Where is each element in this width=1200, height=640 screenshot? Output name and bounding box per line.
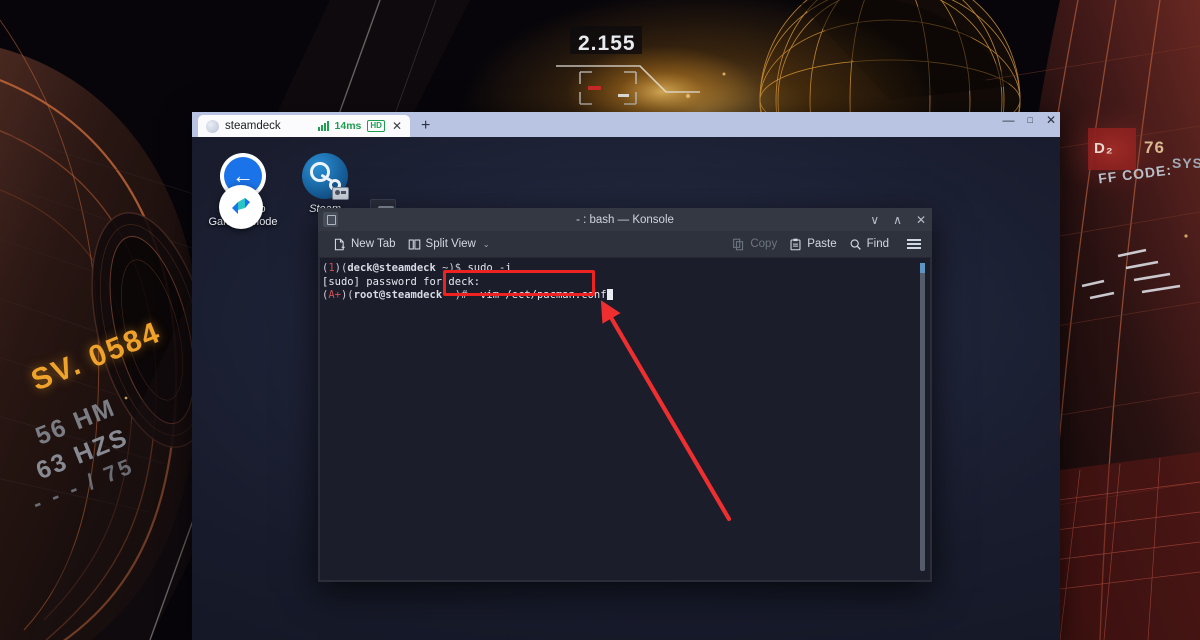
minimize-icon[interactable]: — xyxy=(1003,114,1015,126)
terminal-text: )( xyxy=(340,289,354,301)
maximize-icon[interactable]: □ xyxy=(1028,114,1033,126)
close-icon[interactable]: ✕ xyxy=(391,120,403,132)
terminal-text: ~)# xyxy=(442,289,474,301)
cursor-pointer-badge-icon xyxy=(219,185,263,229)
konsole-terminal-body[interactable]: (1)(deck@steamdeck ~)$ sudo -i [sudo] pas… xyxy=(318,258,932,582)
konsole-titlebar[interactable]: - : bash — Konsole ∨ ∧ ✕ xyxy=(318,208,932,231)
client-tabstrip: steamdeck 14ms HD ✕ + xyxy=(192,112,430,137)
maximize-icon[interactable]: ∧ xyxy=(893,214,902,226)
terminal-line: (1)(deck@steamdeck ~)$ sudo -i xyxy=(322,262,916,276)
close-icon[interactable]: ✕ xyxy=(916,214,926,226)
terminal-line: (A+)(root@steamdeck ~)# vim /ect/pacman.… xyxy=(322,289,916,303)
terminal-line: [sudo] password for deck: xyxy=(322,276,916,290)
new-tab-icon xyxy=(334,238,345,250)
split-view-icon xyxy=(408,239,420,249)
client-tab-quality-badge: HD xyxy=(367,120,385,132)
new-tab-label: New Tab xyxy=(351,238,396,250)
split-view-button[interactable]: Split View ⌄ xyxy=(402,236,496,253)
remote-play-client-window: steamdeck 14ms HD ✕ + — □ ✕ ← Return to … xyxy=(192,112,1060,640)
find-label: Find xyxy=(866,238,889,250)
terminal-scrollbar-thumb[interactable] xyxy=(920,263,925,571)
terminal-text: root@steamdeck xyxy=(353,289,443,301)
client-window-controls: — □ ✕ xyxy=(1003,114,1057,126)
chevron-down-icon[interactable]: ⌄ xyxy=(483,240,490,249)
minimize-icon[interactable]: ∨ xyxy=(870,214,879,226)
cursor-arrow-glyph xyxy=(232,198,250,214)
streamed-desktop: ← Return to Gaming Mode Steam xyxy=(192,137,1060,640)
terminal-text: )( xyxy=(334,262,348,274)
terminal-text: deck@steamdeck xyxy=(347,262,436,274)
terminal-text: [sudo] password for deck: xyxy=(322,275,481,288)
new-tab-button[interactable]: + xyxy=(421,118,430,134)
paste-icon xyxy=(790,238,801,250)
konsole-toolbar: New Tab Split View ⌄ Copy Paste Find xyxy=(318,231,932,258)
find-button[interactable]: Find xyxy=(843,236,895,253)
konsole-window-controls: ∨ ∧ ✕ xyxy=(870,208,926,231)
split-view-label: Split View xyxy=(425,238,476,250)
close-icon[interactable]: ✕ xyxy=(1046,114,1056,126)
paste-button[interactable]: Paste xyxy=(783,236,842,253)
signal-bars-icon xyxy=(317,121,329,131)
terminal-cursor xyxy=(606,289,613,300)
terminal-text: sudo -i xyxy=(467,262,512,274)
client-titlebar: steamdeck 14ms HD ✕ + — □ ✕ xyxy=(192,112,1060,137)
hamburger-menu-icon[interactable] xyxy=(905,236,923,252)
terminal-text: vim /ect/pacman.conf xyxy=(473,289,607,301)
terminal-output[interactable]: (1)(deck@steamdeck ~)$ sudo -i [sudo] pas… xyxy=(320,262,916,580)
copy-label: Copy xyxy=(750,238,778,250)
terminal-text: A+ xyxy=(328,289,341,301)
new-tab-button[interactable]: New Tab xyxy=(327,236,402,253)
globe-favicon-icon xyxy=(206,119,219,133)
konsole-icon xyxy=(323,212,338,227)
client-tab-steamdeck[interactable]: steamdeck 14ms HD ✕ xyxy=(198,115,410,137)
paste-label: Paste xyxy=(807,238,837,250)
terminal-text: ~)$ xyxy=(435,262,468,274)
steam-icon xyxy=(302,153,349,200)
copy-icon xyxy=(733,238,744,250)
terminal-scrollbar[interactable] xyxy=(920,260,928,578)
copy-button[interactable]: Copy xyxy=(726,236,783,253)
desktop-icon-steam[interactable]: Steam xyxy=(282,153,368,216)
client-tab-title: steamdeck xyxy=(225,120,281,132)
konsole-window-title: - : bash — Konsole xyxy=(576,213,674,226)
client-tab-latency: 14ms xyxy=(334,120,362,132)
konsole-window: - : bash — Konsole ∨ ∧ ✕ New Tab Split V… xyxy=(318,208,932,582)
search-icon xyxy=(850,238,861,250)
